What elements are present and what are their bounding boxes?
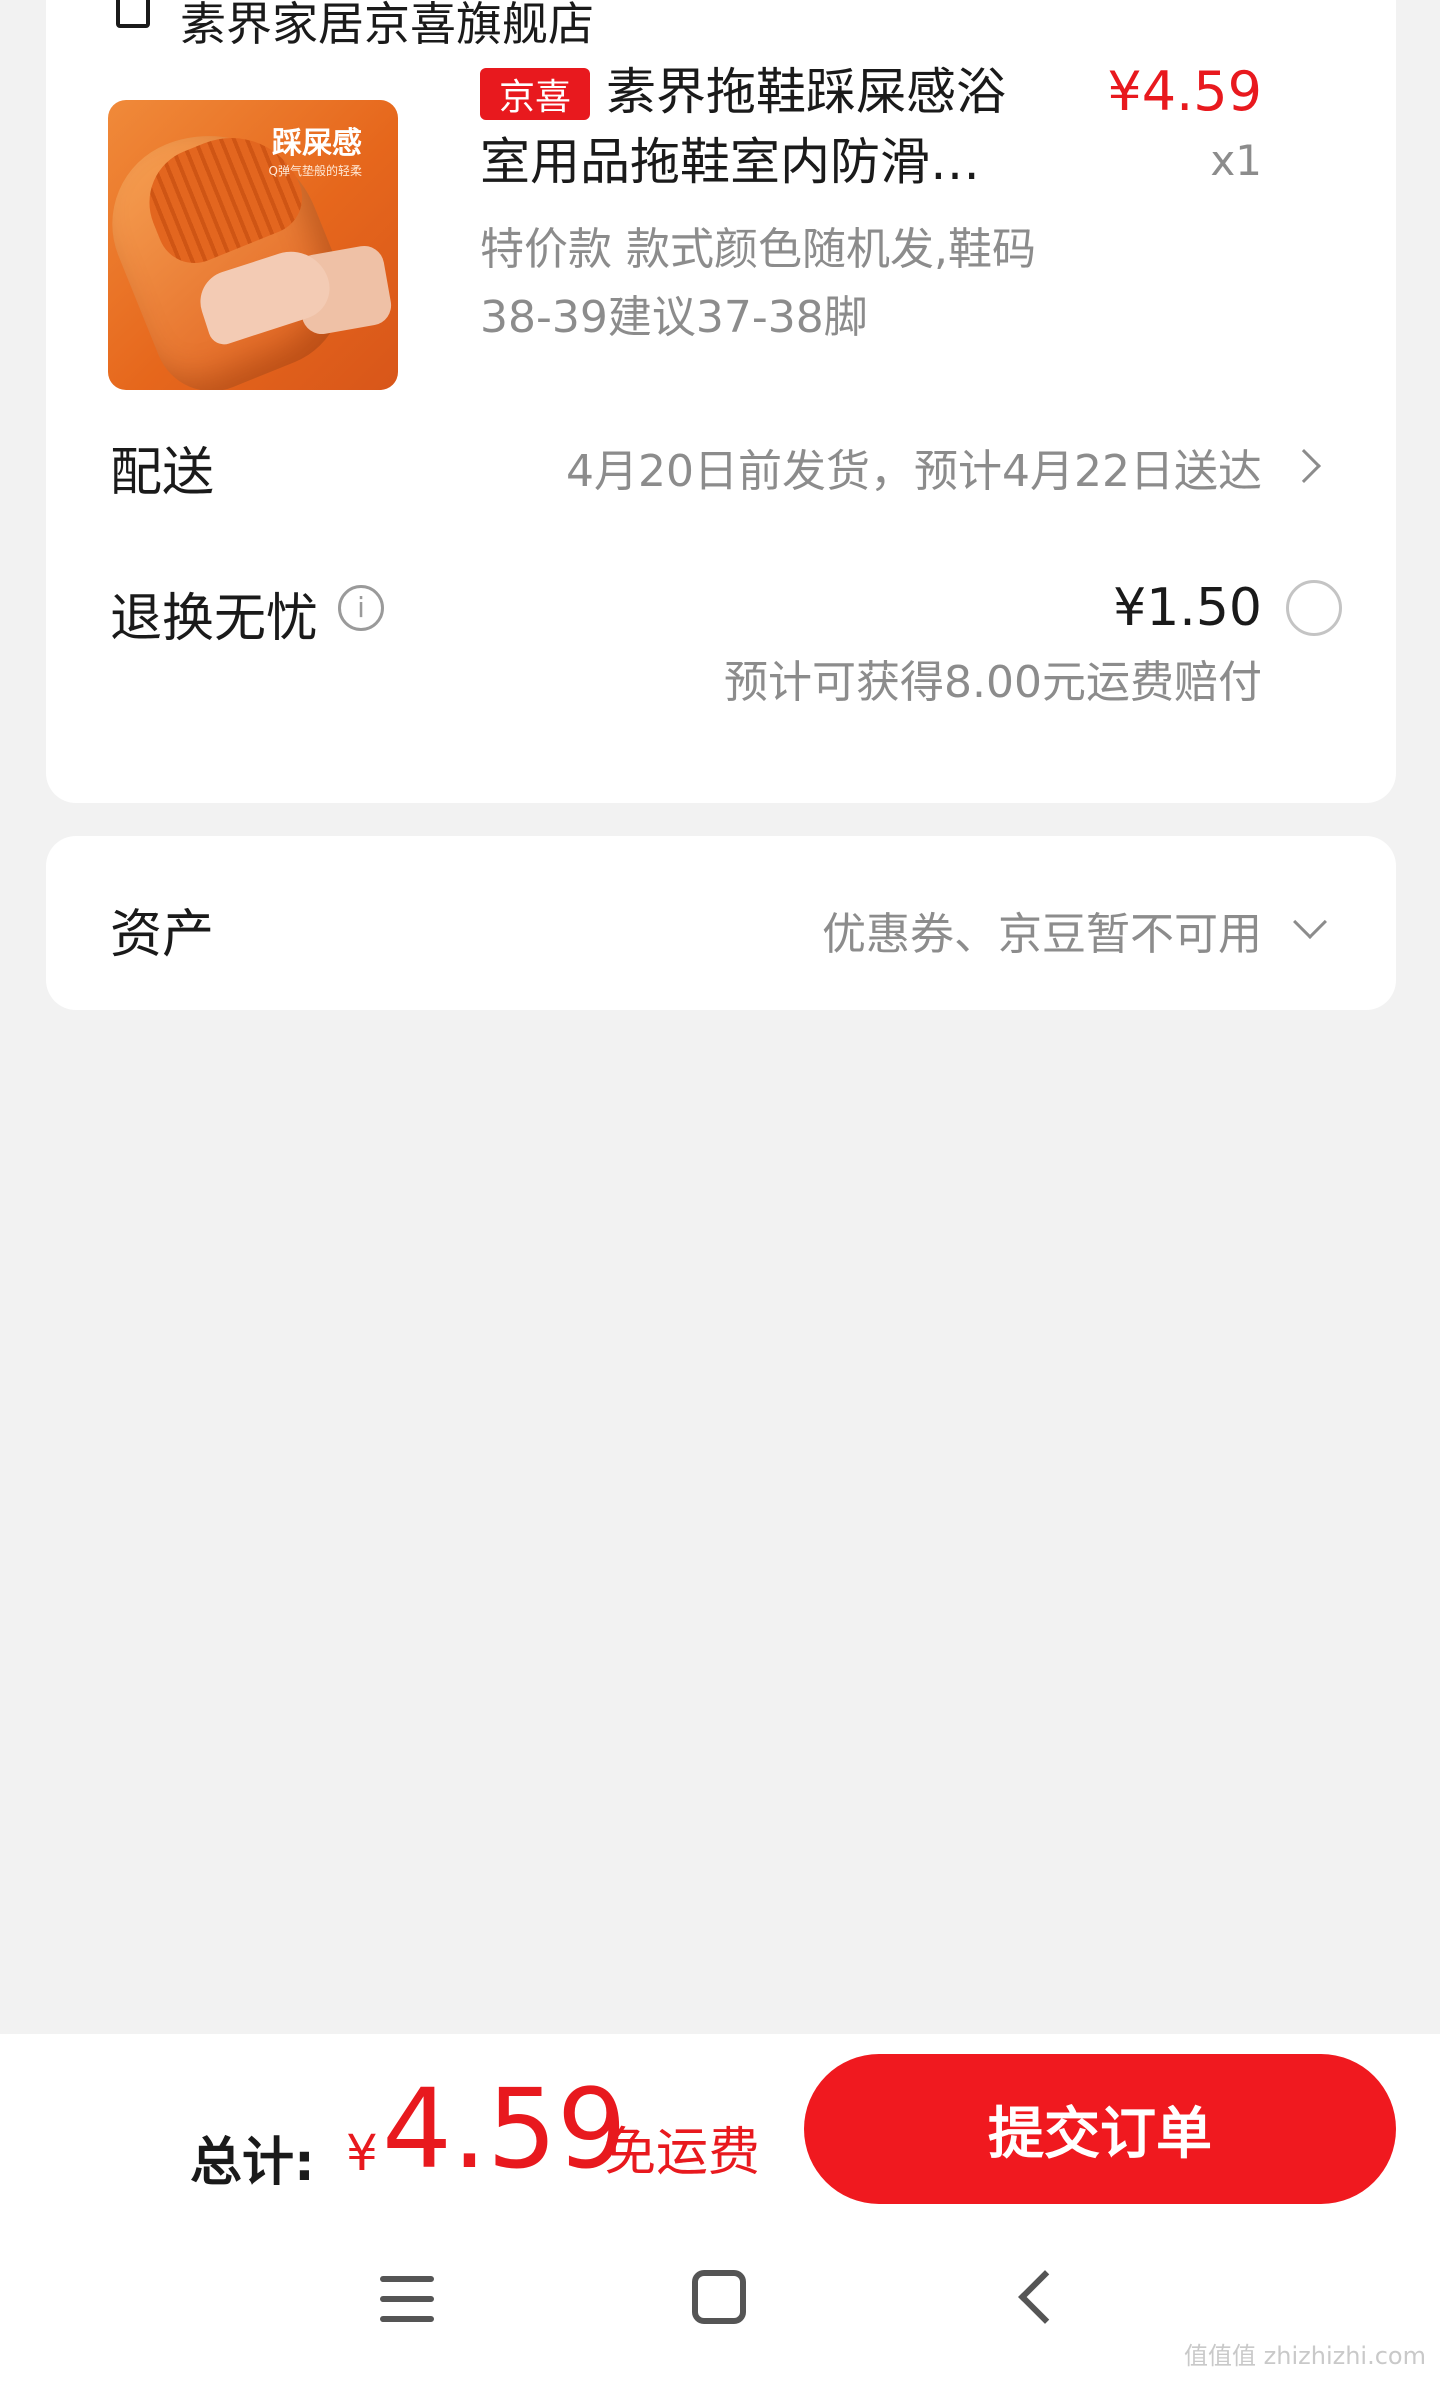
product-image-title: 踩屎感 <box>272 126 362 161</box>
back-icon[interactable] <box>1018 2270 1072 2324</box>
store-card: 素界家居京喜旗舰店 踩屎感 Q弹气垫般的轻柔 京喜 素界拖鞋踩屎感浴 室用品拖鞋… <box>46 0 1396 803</box>
watermark: 值值值 zhizhizhi.com <box>1184 2342 1426 2370</box>
assets-text: 优惠券、京豆暂不可用 <box>822 909 1262 960</box>
delivery-label: 配送 <box>110 443 215 503</box>
home-icon[interactable] <box>692 2270 746 2324</box>
return-service-radio[interactable] <box>1286 580 1342 636</box>
free-shipping-label: 免运费 <box>604 2123 761 2183</box>
info-icon[interactable]: i <box>338 585 384 631</box>
store-name: 素界家居京喜旗舰店 <box>180 0 594 51</box>
total-label: 总计: <box>190 2133 315 2193</box>
product-image[interactable]: 踩屎感 Q弹气垫般的轻柔 <box>108 100 398 390</box>
assets-label: 资产 <box>110 905 215 965</box>
store-header[interactable]: 素界家居京喜旗舰店 <box>116 0 594 51</box>
total-amount: 4.59 <box>382 2065 627 2193</box>
chevron-right-icon[interactable] <box>1287 449 1321 483</box>
product-title-line1[interactable]: 素界拖鞋踩屎感浴 <box>606 52 1006 124</box>
return-service-note: 预计可获得8.00元运费赔付 <box>724 657 1262 708</box>
jingxi-tag: 京喜 <box>480 68 590 120</box>
store-icon <box>116 0 150 28</box>
order-confirm-page: 素界家居京喜旗舰店 踩屎感 Q弹气垫般的轻柔 京喜 素界拖鞋踩屎感浴 室用品拖鞋… <box>0 0 1440 2388</box>
product-title-line2[interactable]: 室用品拖鞋室内防滑… <box>480 122 980 194</box>
delivery-text[interactable]: 4月20日前发货，预计4月22日送达 <box>566 435 1262 499</box>
return-service-label: 退换无忧 <box>110 589 319 649</box>
submit-order-button[interactable]: 提交订单 <box>804 2054 1396 2204</box>
product-quantity: x1 <box>1210 136 1262 185</box>
chevron-down-icon[interactable] <box>1293 905 1327 939</box>
menu-icon[interactable] <box>380 2276 434 2322</box>
total-currency: ¥ <box>346 2124 378 2182</box>
product-spec: 特价款 款式颜色随机发,鞋码38-39建议37-38脚 <box>480 224 1036 343</box>
return-service-price: ¥1.50 <box>1113 578 1262 638</box>
product-image-subtitle: Q弹气垫般的轻柔 <box>268 164 362 178</box>
assets-card[interactable]: 资产 优惠券、京豆暂不可用 <box>46 836 1396 1010</box>
product-price: ¥4.59 <box>1107 60 1262 123</box>
